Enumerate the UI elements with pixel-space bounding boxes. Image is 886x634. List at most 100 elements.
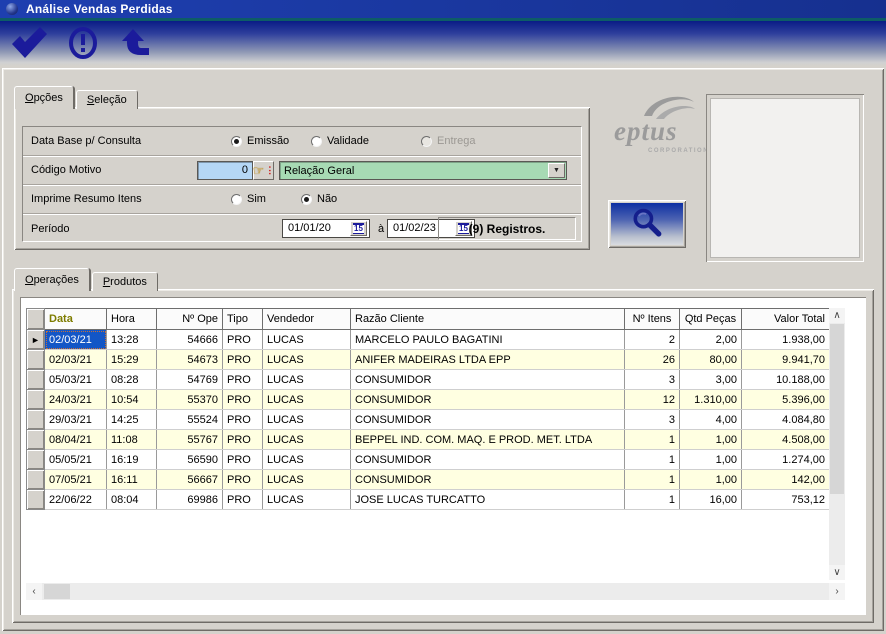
tab-seleção[interactable]: Seleção [76, 90, 138, 109]
tab-opções[interactable]: Opções [14, 86, 74, 109]
grid-cell[interactable]: 1,00 [680, 430, 742, 450]
grid-cell[interactable]: 56590 [157, 450, 223, 470]
grid-cell[interactable]: 02/03/21 [45, 330, 107, 350]
grid-cell[interactable]: 16,00 [680, 490, 742, 510]
column-header-4[interactable]: Vendedor [263, 309, 351, 330]
grid-cell[interactable]: 1 [625, 430, 680, 450]
grid-cell[interactable]: 12 [625, 390, 680, 410]
grid-cell[interactable]: 2 [625, 330, 680, 350]
radio-sim[interactable]: Sim [231, 193, 301, 205]
grid-cell[interactable]: 14:25 [107, 410, 157, 430]
row-indicator[interactable] [27, 430, 45, 450]
grid-cell[interactable]: 15:29 [107, 350, 157, 370]
column-header-6[interactable]: Nº Itens [625, 309, 680, 330]
grid-cell[interactable]: 5.396,00 [742, 390, 830, 410]
grid-cell[interactable]: PRO [223, 430, 263, 450]
grid-cell[interactable]: 1,00 [680, 450, 742, 470]
grid-cell[interactable]: LUCAS [263, 350, 351, 370]
codigo-motivo-input[interactable]: 0 [197, 161, 253, 180]
vertical-scroll-thumb[interactable] [830, 324, 844, 494]
grid-cell[interactable]: CONSUMIDOR [351, 470, 625, 490]
grid-cell[interactable]: 9.941,70 [742, 350, 830, 370]
grid-cell[interactable]: 55524 [157, 410, 223, 430]
grid-cell[interactable]: 4.084,80 [742, 410, 830, 430]
grid-cell[interactable]: CONSUMIDOR [351, 410, 625, 430]
grid-cell[interactable]: 10.188,00 [742, 370, 830, 390]
tab-produtos[interactable]: Produtos [92, 272, 158, 291]
grid-cell[interactable]: PRO [223, 490, 263, 510]
grid-cell[interactable]: LUCAS [263, 430, 351, 450]
codigo-motivo-pick-button[interactable]: ☞⋮ [253, 161, 274, 180]
scroll-left-button[interactable]: ‹ [26, 583, 42, 600]
grid-cell[interactable]: 07/05/21 [45, 470, 107, 490]
grid-cell[interactable]: 2,00 [680, 330, 742, 350]
grid-cell[interactable]: JOSE LUCAS TURCATTO [351, 490, 625, 510]
grid-cell[interactable]: LUCAS [263, 490, 351, 510]
grid-cell[interactable]: CONSUMIDOR [351, 450, 625, 470]
grid-cell[interactable]: ANIFER MADEIRAS LTDA EPP [351, 350, 625, 370]
column-header-3[interactable]: Tipo [223, 309, 263, 330]
grid-cell[interactable]: 16:11 [107, 470, 157, 490]
column-header-0[interactable]: Data [45, 309, 107, 330]
grid-cell[interactable]: 3 [625, 410, 680, 430]
grid-cell[interactable]: 80,00 [680, 350, 742, 370]
grid-cell[interactable]: PRO [223, 470, 263, 490]
grid-cell[interactable]: 142,00 [742, 470, 830, 490]
motivo-combobox[interactable]: Relação Geral ▼ [279, 161, 567, 180]
grid-cell[interactable]: 29/03/21 [45, 410, 107, 430]
column-header-7[interactable]: Qtd Peças [680, 309, 742, 330]
grid-cell[interactable]: 1.938,00 [742, 330, 830, 350]
grid-cell[interactable]: CONSUMIDOR [351, 370, 625, 390]
grid-cell[interactable]: PRO [223, 390, 263, 410]
row-indicator[interactable] [27, 450, 45, 470]
grid-cell[interactable]: 54666 [157, 330, 223, 350]
back-button[interactable] [118, 25, 156, 61]
row-indicator[interactable]: ► [27, 330, 45, 350]
grid-cell[interactable]: 56667 [157, 470, 223, 490]
grid-cell[interactable]: 4.508,00 [742, 430, 830, 450]
combo-dropdown-button[interactable]: ▼ [548, 163, 565, 178]
grid-cell[interactable]: 55767 [157, 430, 223, 450]
radio-não[interactable]: Não [301, 193, 337, 205]
grid-cell[interactable]: PRO [223, 370, 263, 390]
column-header-8[interactable]: Valor Total [742, 309, 830, 330]
grid-cell[interactable]: MARCELO PAULO BAGATINI [351, 330, 625, 350]
grid-cell[interactable]: 1 [625, 450, 680, 470]
column-header-2[interactable]: Nº Ope [157, 309, 223, 330]
radio-emissão[interactable]: Emissão [231, 135, 311, 147]
row-indicator[interactable] [27, 390, 45, 410]
grid-cell[interactable]: LUCAS [263, 450, 351, 470]
grid-cell[interactable]: LUCAS [263, 330, 351, 350]
grid-cell[interactable]: 1 [625, 490, 680, 510]
alert-button[interactable] [64, 25, 102, 61]
grid-cell[interactable]: 55370 [157, 390, 223, 410]
tab-operações[interactable]: Operações [14, 268, 90, 291]
grid-cell[interactable]: 54673 [157, 350, 223, 370]
horizontal-scroll-thumb[interactable] [44, 584, 70, 599]
grid-cell[interactable]: 02/03/21 [45, 350, 107, 370]
confirm-check-button[interactable] [10, 25, 48, 61]
grid-cell[interactable]: 1.310,00 [680, 390, 742, 410]
row-indicator[interactable] [27, 350, 45, 370]
column-header-1[interactable]: Hora [107, 309, 157, 330]
grid-cell[interactable]: 22/06/22 [45, 490, 107, 510]
grid-cell[interactable]: 11:08 [107, 430, 157, 450]
grid-cell[interactable]: 26 [625, 350, 680, 370]
grid-cell[interactable]: PRO [223, 450, 263, 470]
grid-cell[interactable]: 10:54 [107, 390, 157, 410]
grid-cell[interactable]: 08:28 [107, 370, 157, 390]
grid-cell[interactable]: 05/05/21 [45, 450, 107, 470]
vertical-scrollbar[interactable]: ∧ ∨ [829, 308, 845, 580]
grid-cell[interactable]: 3,00 [680, 370, 742, 390]
grid-cell[interactable]: PRO [223, 350, 263, 370]
grid-cell[interactable]: CONSUMIDOR [351, 390, 625, 410]
grid-cell[interactable]: 1 [625, 470, 680, 490]
grid-cell[interactable]: 1.274,00 [742, 450, 830, 470]
radio-validade[interactable]: Validade [311, 135, 421, 147]
grid-cell[interactable]: LUCAS [263, 390, 351, 410]
grid-cell[interactable]: 05/03/21 [45, 370, 107, 390]
scroll-up-button[interactable]: ∧ [829, 308, 845, 323]
grid-cell[interactable]: 1,00 [680, 470, 742, 490]
grid-cell[interactable]: 4,00 [680, 410, 742, 430]
grid-cell[interactable]: 69986 [157, 490, 223, 510]
